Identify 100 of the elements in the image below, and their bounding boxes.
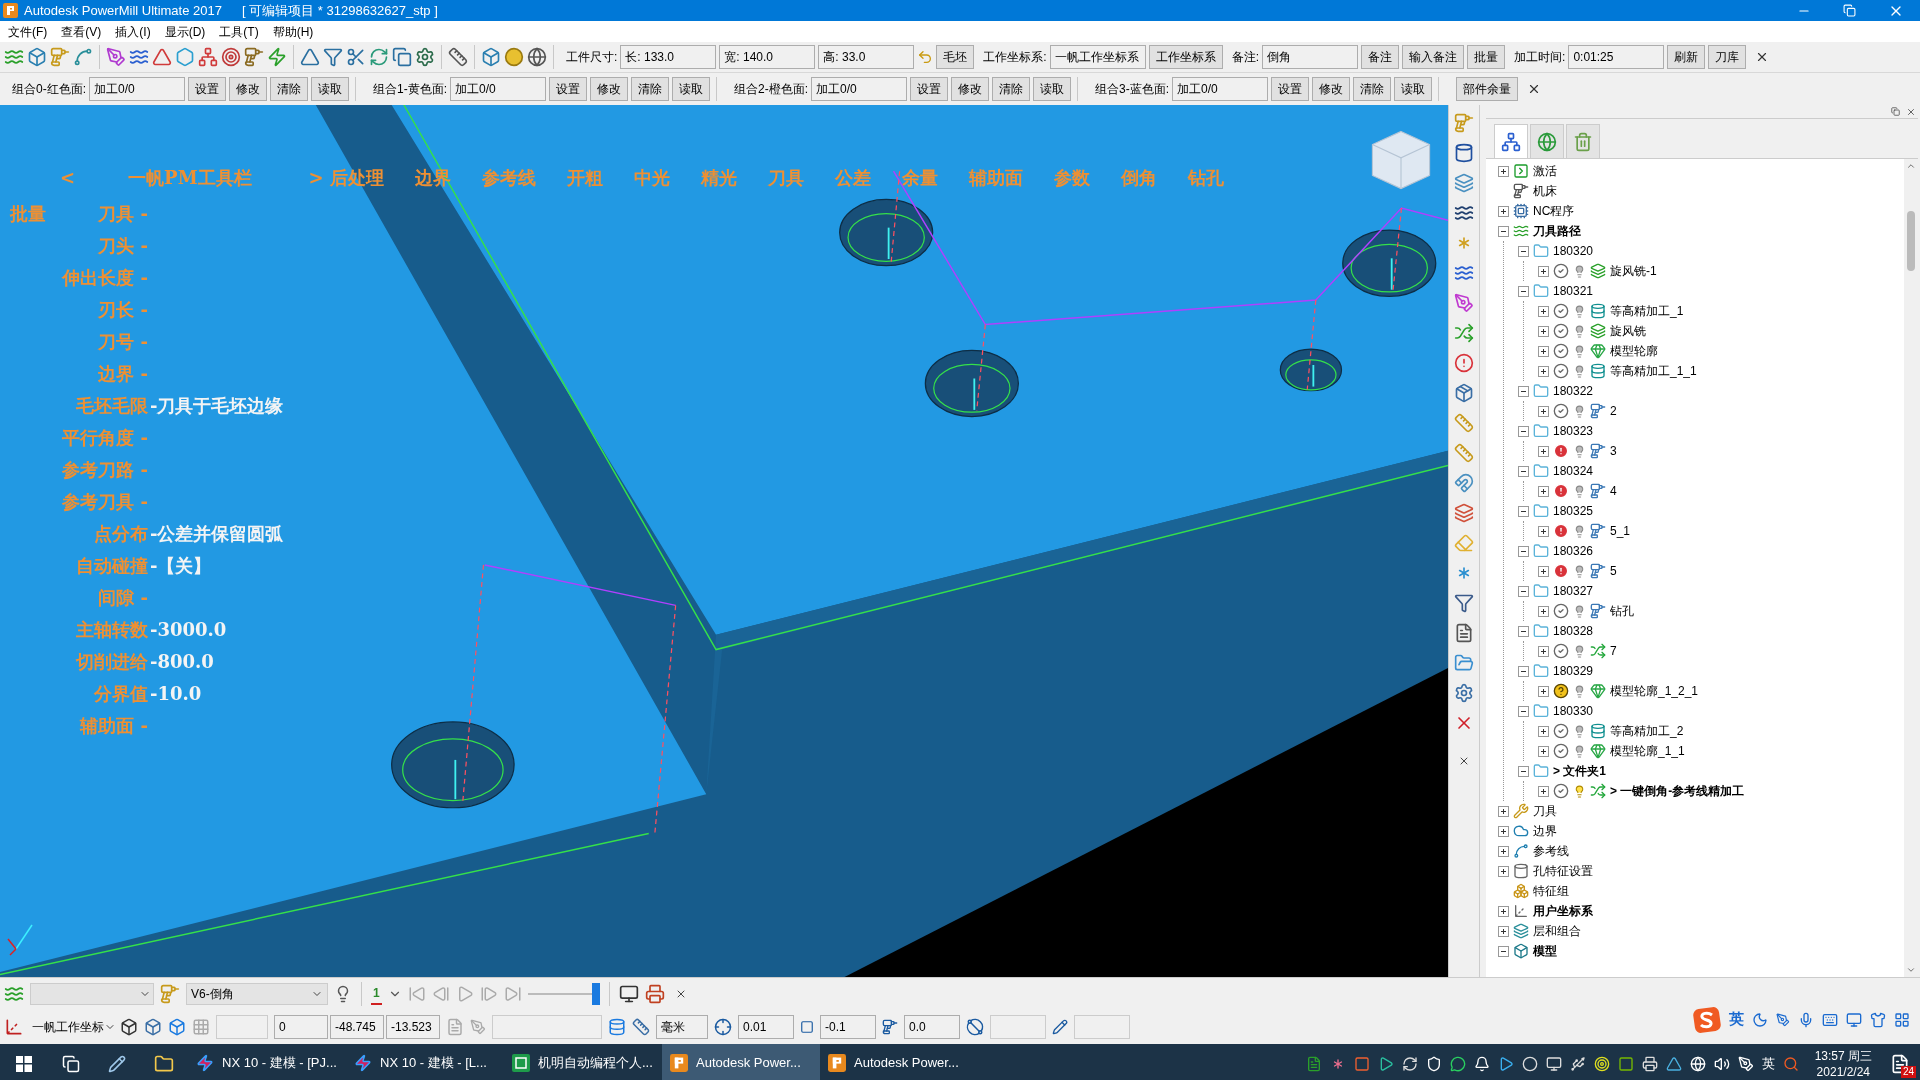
- text-field[interactable]: 宽: 140.0: [719, 45, 816, 69]
- toolbar-button[interactable]: 刀库: [1708, 45, 1747, 69]
- shuffle-icon[interactable]: [1590, 643, 1606, 659]
- taskbar-app[interactable]: NX 10 - 建模 - [PJ...: [188, 1044, 346, 1080]
- menu-item[interactable]: 帮助(H): [272, 22, 314, 41]
- zap-icon[interactable]: [267, 47, 287, 67]
- empty-field[interactable]: [492, 1014, 602, 1039]
- printer-icon[interactable]: [644, 983, 665, 1004]
- drill-icon[interactable]: [244, 47, 264, 67]
- lightbulb-icon[interactable]: [1573, 344, 1586, 358]
- collapse-toggle[interactable]: [1518, 545, 1529, 557]
- ime-indicator[interactable]: 英: [1761, 1054, 1775, 1074]
- tree-item[interactable]: 旋风铣-1: [1610, 262, 1657, 280]
- expand-toggle[interactable]: [1498, 925, 1509, 937]
- gear-icon[interactable]: [415, 47, 435, 67]
- menu-item[interactable]: 显示(D): [164, 22, 206, 41]
- stack-icon[interactable]: [1590, 303, 1606, 319]
- alert-circle-icon[interactable]: [1454, 353, 1474, 373]
- layers-icon[interactable]: [1590, 323, 1606, 339]
- square-icon[interactable]: [800, 1019, 814, 1034]
- drill-icon[interactable]: [1590, 403, 1606, 419]
- tree-item[interactable]: 180324: [1553, 462, 1594, 480]
- waves-icon[interactable]: [129, 47, 149, 67]
- tree-item[interactable]: 180329: [1553, 662, 1594, 680]
- triangle-icon[interactable]: [1665, 1056, 1682, 1072]
- windows-start-icon[interactable]: [16, 1056, 32, 1072]
- empty-field[interactable]: [1074, 1014, 1130, 1039]
- restore-icon[interactable]: [1843, 4, 1856, 17]
- expand-toggle[interactable]: [1538, 725, 1549, 737]
- check-circle-icon[interactable]: [1553, 783, 1569, 799]
- expand-toggle[interactable]: [1498, 905, 1509, 917]
- globe-icon[interactable]: [527, 47, 547, 67]
- collapse-toggle[interactable]: [1518, 505, 1529, 517]
- collapse-toggle[interactable]: [1498, 225, 1509, 237]
- toolbar-button[interactable]: 修改: [951, 77, 990, 101]
- bin-icon[interactable]: [1573, 131, 1593, 152]
- text-field[interactable]: 一帆工作坐标系: [1049, 45, 1146, 69]
- layers-icon[interactable]: [1513, 923, 1529, 939]
- coordinate-field[interactable]: 0: [274, 1014, 328, 1039]
- keyboard-icon[interactable]: [1822, 1011, 1838, 1028]
- stack-icon[interactable]: [1590, 723, 1606, 739]
- toolbar-button[interactable]: 读取: [1033, 77, 1072, 101]
- collapse-toggle[interactable]: [1518, 385, 1529, 397]
- tree-item[interactable]: 刀具路径: [1533, 222, 1581, 240]
- spline-icon[interactable]: [1513, 843, 1529, 859]
- bell-icon[interactable]: [1473, 1056, 1490, 1072]
- check-circle-icon[interactable]: [1553, 743, 1569, 759]
- drill-icon[interactable]: [1590, 443, 1606, 459]
- lightbulb-icon[interactable]: [1573, 304, 1586, 318]
- tree-item[interactable]: 4: [1610, 482, 1617, 500]
- check-circle-icon[interactable]: [1553, 723, 1569, 739]
- cylinder-icon[interactable]: [1454, 143, 1474, 163]
- expand-toggle[interactable]: [1538, 445, 1549, 457]
- scrollbar-thumb[interactable]: [1907, 211, 1915, 271]
- slider-thumb[interactable]: [591, 982, 600, 1005]
- toolbar-button[interactable]: 设置: [549, 77, 588, 101]
- toolbar-button[interactable]: 刷新: [1667, 45, 1706, 69]
- collapse-toggle[interactable]: [1518, 245, 1529, 257]
- expand-toggle[interactable]: [1538, 745, 1549, 757]
- gear-icon[interactable]: [1454, 683, 1474, 703]
- waves-icon[interactable]: [1454, 263, 1474, 283]
- tree-item[interactable]: 模型轮廓: [1610, 342, 1658, 360]
- toolbar-button[interactable]: 输入备注: [1402, 45, 1465, 69]
- empty-field[interactable]: [990, 1014, 1046, 1039]
- magnet-icon[interactable]: [1454, 473, 1474, 493]
- stack-icon[interactable]: [1590, 363, 1606, 379]
- expand-toggle[interactable]: [1538, 645, 1549, 657]
- clock-date[interactable]: 2021/2/24: [1816, 1064, 1870, 1080]
- chip-icon[interactable]: [1513, 203, 1529, 219]
- clock-time[interactable]: 13:57 周三: [1814, 1048, 1872, 1064]
- boxes-icon[interactable]: [1513, 883, 1529, 899]
- folder-icon[interactable]: [154, 1054, 174, 1074]
- text-field[interactable]: 0.01: [738, 1014, 794, 1039]
- globe-icon[interactable]: [1537, 131, 1557, 152]
- box-icon[interactable]: [120, 1017, 138, 1036]
- expand-toggle[interactable]: [1538, 605, 1549, 617]
- check-circle-icon[interactable]: [1553, 403, 1569, 419]
- check-circle-icon[interactable]: [1553, 303, 1569, 319]
- scroll-up-icon[interactable]: [1906, 161, 1916, 171]
- lightbulb-icon[interactable]: [1573, 784, 1586, 798]
- text-field[interactable]: 加工0/0: [450, 77, 547, 101]
- toolbar-button[interactable]: 修改: [1312, 77, 1351, 101]
- lightbulb-icon[interactable]: [1573, 364, 1586, 378]
- package-icon[interactable]: [1454, 383, 1474, 403]
- expand-toggle[interactable]: [1498, 865, 1509, 877]
- toolbar-button[interactable]: 设置: [1271, 77, 1310, 101]
- filter-icon[interactable]: [323, 47, 343, 67]
- drill-icon[interactable]: [882, 1018, 898, 1035]
- scrollbar[interactable]: [1904, 159, 1918, 977]
- expand-toggle[interactable]: [1538, 305, 1549, 317]
- lightbulb-icon[interactable]: [1573, 724, 1586, 738]
- check-circle-icon[interactable]: [1553, 263, 1569, 279]
- diameter-icon[interactable]: [966, 1017, 984, 1036]
- check-circle-icon[interactable]: [1553, 343, 1569, 359]
- expand-toggle[interactable]: [1538, 525, 1549, 537]
- shuffle-icon[interactable]: [1454, 323, 1474, 343]
- toolbar-button[interactable]: 部件余量: [1456, 77, 1519, 101]
- toolbar-button[interactable]: 设置: [910, 77, 949, 101]
- tree-item[interactable]: 机床: [1533, 182, 1557, 200]
- tree-item[interactable]: 特征组: [1533, 882, 1569, 900]
